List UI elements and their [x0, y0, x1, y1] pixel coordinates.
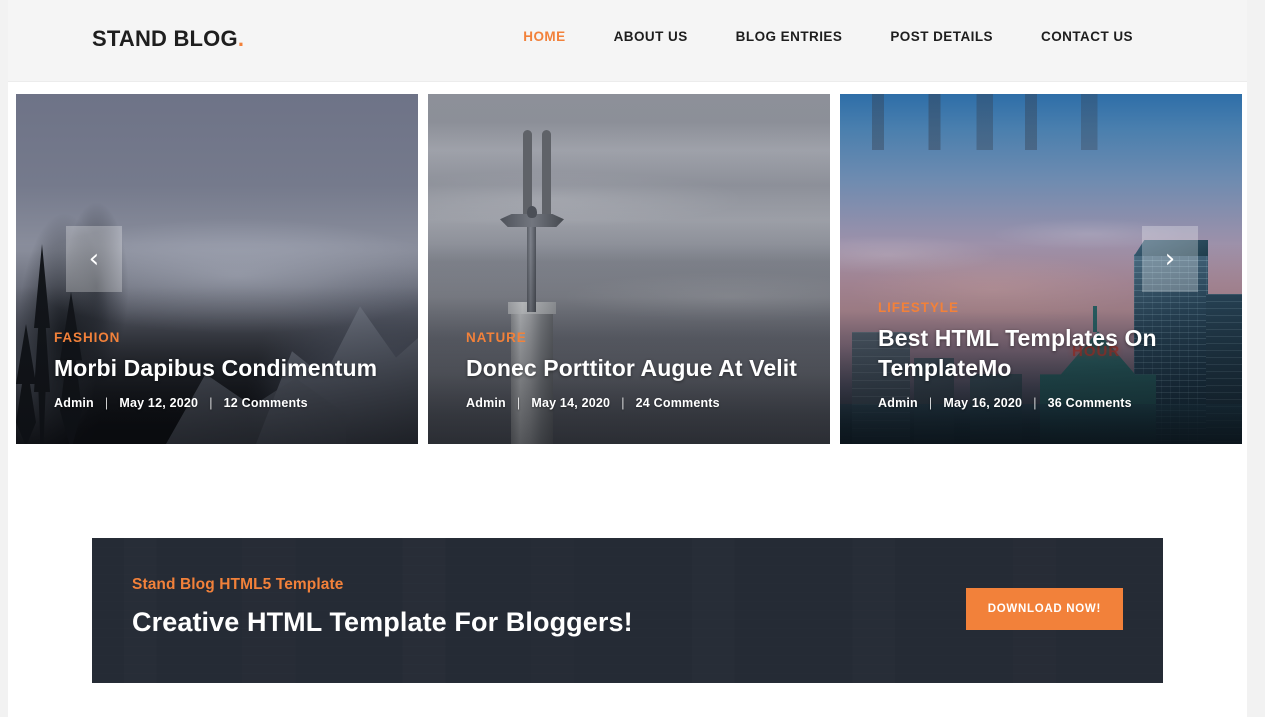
nav-item-post-details[interactable]: POST DETAILS — [866, 29, 1017, 44]
slide-1-meta: Admin | May 12, 2020 | 12 Comments — [54, 396, 396, 410]
meta-separator: | — [928, 396, 933, 410]
carousel-next-arrow-icon[interactable]: › — [1142, 226, 1198, 292]
main-navigation: HOME ABOUT US BLOG ENTRIES POST DETAILS … — [499, 29, 1157, 44]
waterfront — [840, 404, 1242, 444]
meta-separator: | — [621, 396, 625, 410]
statue-head — [527, 206, 537, 218]
download-now-button[interactable]: Download Now! — [965, 588, 1123, 630]
slide-2-date: May 14, 2020 — [531, 396, 611, 410]
nav-item-home[interactable]: HOME — [499, 29, 589, 44]
slide-2-meta: Admin | May 14, 2020 | 24 Comments — [466, 396, 808, 410]
statue-pedestal-slot — [542, 130, 551, 214]
slide-3-author: Admin — [878, 396, 918, 410]
banner-subtitle: Stand Blog HTML5 Template — [132, 576, 344, 593]
meta-separator: | — [209, 396, 213, 410]
meta-separator: | — [104, 396, 109, 410]
slide-2-category[interactable]: NATURE — [466, 330, 808, 345]
slide-1-category[interactable]: FASHION — [54, 330, 396, 345]
slide-1-author: Admin — [54, 396, 94, 410]
slide-3-meta: Admin | May 16, 2020 | 36 Comments — [878, 396, 1220, 410]
slide-1-comments[interactable]: 12 Comments — [224, 396, 308, 410]
tree-silhouette — [34, 244, 50, 444]
distant-skyline — [840, 94, 1242, 150]
meta-separator: | — [1033, 396, 1037, 410]
slide-2-comments[interactable]: 24 Comments — [636, 396, 720, 410]
nav-item-about-us[interactable]: ABOUT US — [590, 29, 712, 44]
slide-1-caption: FASHION Morbi Dapibus Condimentum Admin … — [54, 330, 396, 410]
nav-item-blog-entries[interactable]: BLOG ENTRIES — [712, 29, 867, 44]
slide-2-caption: NATURE Donec Porttitor Augue At Velit Ad… — [466, 330, 808, 410]
statue-body — [527, 216, 536, 312]
slide-3-date: May 16, 2020 — [943, 396, 1023, 410]
hero-carousel: FASHION Morbi Dapibus Condimentum Admin … — [16, 94, 1248, 444]
slide-2-author: Admin — [466, 396, 506, 410]
slide-3-comments[interactable]: 36 Comments — [1048, 396, 1132, 410]
carousel-prev-arrow-icon[interactable]: ‹ — [66, 226, 122, 292]
nav-item-contact-us[interactable]: CONTACT US — [1017, 29, 1157, 44]
slide-3-caption: LIFESTYLE Best HTML Templates On Templat… — [878, 300, 1220, 410]
banner-text-group: Stand Blog HTML5 Template Creative HTML … — [132, 576, 633, 638]
meta-separator: | — [516, 396, 521, 410]
slide-3-category[interactable]: LIFESTYLE — [878, 300, 1220, 315]
slide-1-date: May 12, 2020 — [119, 396, 199, 410]
slide-2-title[interactable]: Donec Porttitor Augue At Velit — [466, 354, 808, 383]
slide-3-title[interactable]: Best HTML Templates On TemplateMo — [878, 324, 1220, 383]
logo-text: STAND BLOG — [92, 26, 238, 51]
carousel-slide-2[interactable]: NATURE Donec Porttitor Augue At Velit Ad… — [428, 94, 830, 444]
logo-dot-icon: . — [237, 26, 245, 51]
download-banner: Stand Blog HTML5 Template Creative HTML … — [92, 538, 1163, 683]
page-root: STAND BLOG. HOME ABOUT US BLOG ENTRIES P… — [8, 0, 1247, 717]
site-logo[interactable]: STAND BLOG. — [92, 26, 244, 52]
tree-silhouette — [16, 324, 36, 444]
statue-pedestal-slot — [523, 130, 532, 214]
site-header: STAND BLOG. HOME ABOUT US BLOG ENTRIES P… — [8, 0, 1247, 82]
slide-1-title[interactable]: Morbi Dapibus Condimentum — [54, 354, 396, 383]
banner-title: Creative HTML Template For Bloggers! — [132, 607, 633, 637]
